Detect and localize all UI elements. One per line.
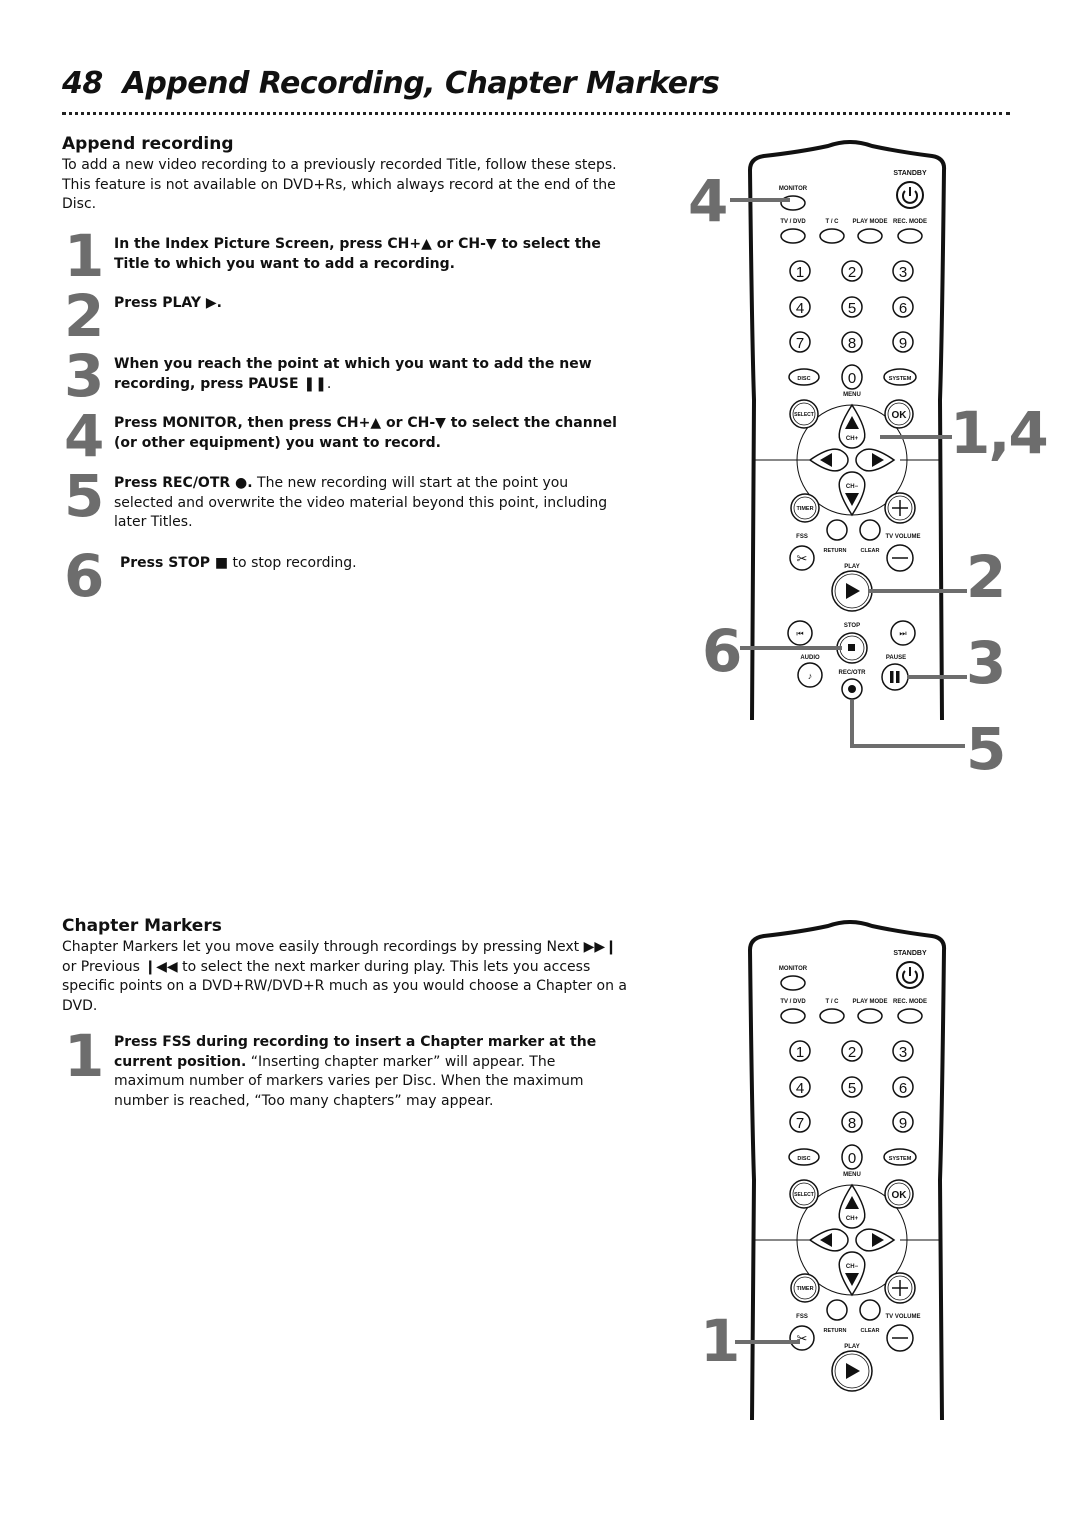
leader-lines	[730, 198, 967, 1344]
leader-rec	[850, 700, 965, 748]
